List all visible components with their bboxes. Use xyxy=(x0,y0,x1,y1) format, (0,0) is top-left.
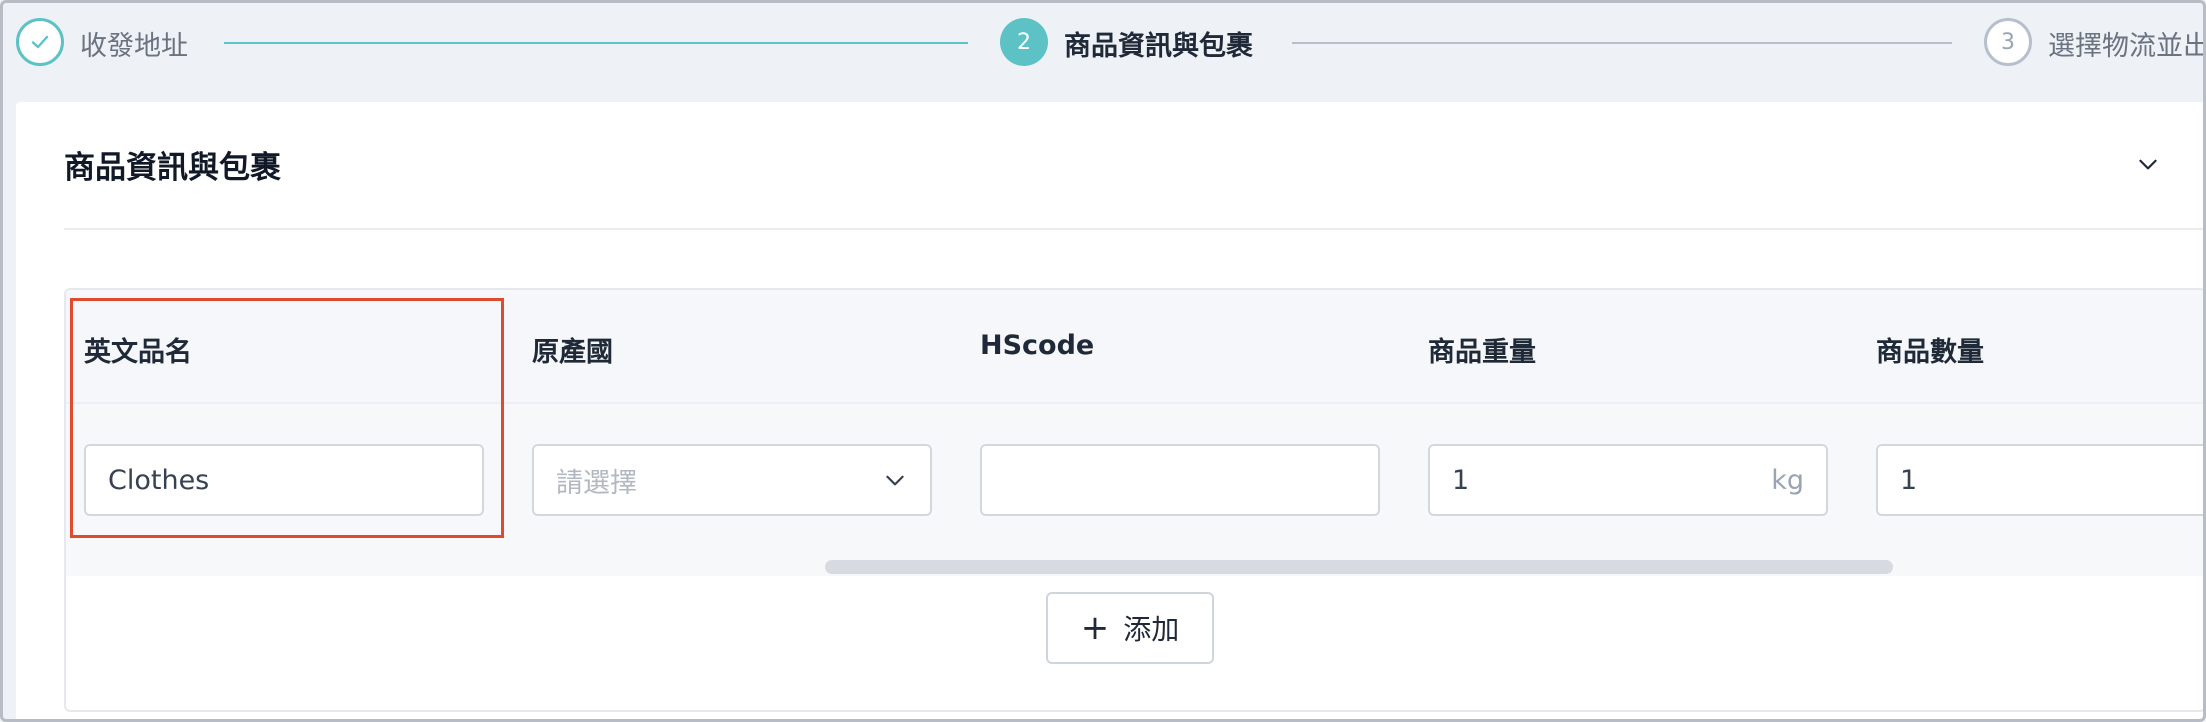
step-3-label[interactable]: 選擇物流並出 xyxy=(2048,24,2206,63)
add-item-button[interactable]: + 添加 xyxy=(1046,592,1214,664)
step-1-label[interactable]: 收發地址 xyxy=(80,24,188,63)
weight-text[interactable] xyxy=(1452,464,1752,496)
chevron-down-icon xyxy=(886,475,904,486)
horizontal-scrollbar[interactable] xyxy=(825,560,1893,574)
english-name-text[interactable] xyxy=(108,464,460,496)
chevron-down-icon xyxy=(2139,159,2157,170)
column-header-quantity: 商品數量 xyxy=(1876,337,1984,368)
hscode-input[interactable] xyxy=(980,444,1380,516)
plus-icon: + xyxy=(1080,608,1110,648)
quantity-text[interactable] xyxy=(1900,464,2204,496)
column-header-weight: 商品重量 xyxy=(1428,337,1536,368)
quantity-input[interactable] xyxy=(1876,444,2204,516)
check-icon xyxy=(31,35,49,49)
table-header: 英文品名 原產國 HScode 商品重量 商品數量 xyxy=(66,290,2204,404)
stepper: 收發地址 2 商品資訊與包裹 3 選擇物流並出 xyxy=(0,0,2206,84)
step-2-label[interactable]: 商品資訊與包裹 xyxy=(1064,24,1253,63)
collapse-button[interactable] xyxy=(2130,146,2166,182)
origin-country-select[interactable]: 請選擇 xyxy=(532,444,932,516)
english-name-input[interactable] xyxy=(84,444,484,516)
section-title: 商品資訊與包裹 xyxy=(64,150,281,186)
step-3-number[interactable]: 3 xyxy=(1984,18,2032,66)
section-divider xyxy=(64,228,2206,230)
origin-placeholder: 請選擇 xyxy=(556,467,637,499)
weight-input[interactable]: kg xyxy=(1428,444,1828,516)
column-header-english-name: 英文品名 xyxy=(84,337,192,368)
table-row: 請選擇 kg xyxy=(66,404,2204,576)
step-2-number[interactable]: 2 xyxy=(1000,18,1048,66)
step-1-check-icon[interactable] xyxy=(16,18,64,66)
weight-unit: kg xyxy=(1771,464,1804,496)
step-connector-2 xyxy=(1292,42,1952,44)
hscode-text[interactable] xyxy=(1004,464,1356,496)
add-item-label: 添加 xyxy=(1123,613,1180,646)
column-header-hscode: HScode xyxy=(980,330,1095,361)
select-arrow xyxy=(882,467,908,493)
step-connector-1 xyxy=(224,42,968,44)
column-header-origin: 原產國 xyxy=(532,337,613,368)
